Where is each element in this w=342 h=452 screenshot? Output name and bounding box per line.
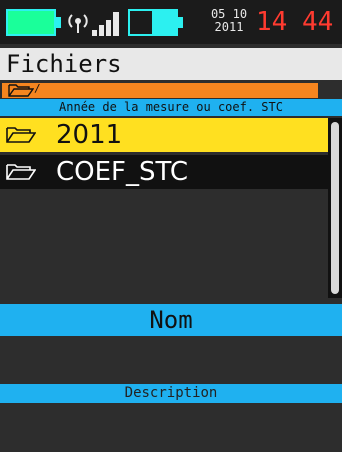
description-field-label: Description (0, 384, 342, 403)
scrollbar[interactable] (328, 118, 342, 298)
battery-tip (56, 17, 61, 28)
path-description: Année de la mesure ou coef. STC (0, 99, 342, 116)
battery-icon (6, 9, 56, 36)
status-bar: 05 10 2011 14 44 (0, 0, 342, 44)
signal-icon (92, 12, 119, 36)
date-display: 05 10 2011 (210, 8, 248, 34)
battery-tip (178, 17, 183, 28)
list-item[interactable]: COEF_STC (0, 155, 328, 189)
current-path: / (34, 82, 41, 95)
path-bar: / (2, 82, 318, 98)
file-list: 2011 COEF_STC (0, 118, 328, 192)
battery-icon (128, 9, 178, 36)
folder-icon (6, 164, 36, 180)
time-minute: 44 (302, 7, 334, 37)
list-item-label: 2011 (56, 120, 123, 150)
list-item-label: COEF_STC (56, 157, 189, 187)
folder-icon (8, 84, 34, 97)
page-title: Fichiers (6, 50, 122, 78)
list-item[interactable]: 2011 (0, 118, 328, 152)
wifi-icon (68, 14, 88, 33)
scroll-thumb[interactable] (331, 122, 339, 294)
time-hour: 14 (256, 7, 288, 37)
name-field-label: Nom (0, 304, 342, 336)
date-year: 2011 (214, 20, 244, 34)
header: Fichiers (0, 48, 342, 80)
folder-icon (6, 127, 36, 143)
